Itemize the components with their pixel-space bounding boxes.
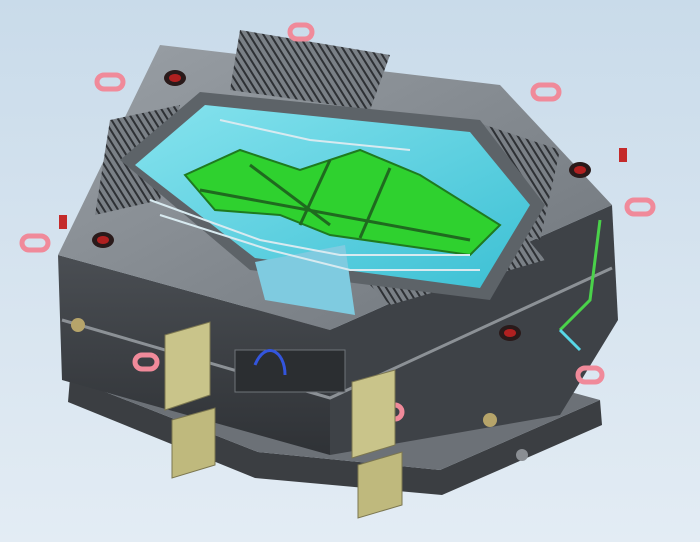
injection-mold-illustration	[0, 0, 700, 542]
mold-render-canvas	[0, 0, 700, 542]
